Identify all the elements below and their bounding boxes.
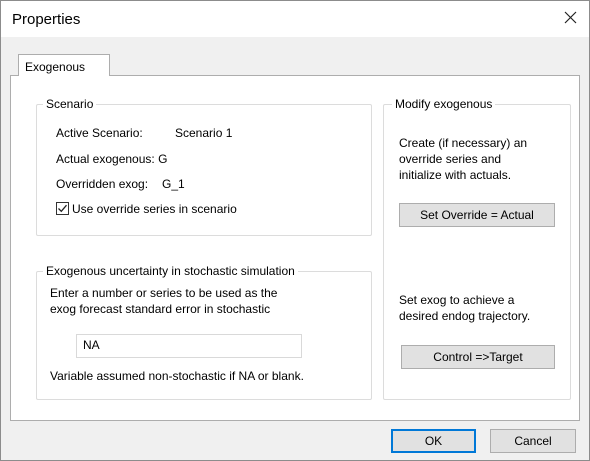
overridden-exog-label: Overridden exog: xyxy=(56,177,149,191)
use-override-checkbox[interactable] xyxy=(56,202,69,215)
modify-desc1-line2: override series and xyxy=(399,152,502,166)
scenario-group-title: Scenario xyxy=(43,97,97,111)
properties-dialog: Properties Exogenous Scenario Active Sce… xyxy=(0,0,590,461)
overridden-exog-value: G_1 xyxy=(162,177,185,191)
std-error-input[interactable]: NA xyxy=(76,334,302,358)
set-override-button[interactable]: Set Override = Actual xyxy=(399,203,555,227)
ok-button[interactable]: OK xyxy=(391,429,476,453)
modify-group-title: Modify exogenous xyxy=(392,97,496,111)
active-scenario-label: Active Scenario: xyxy=(56,126,143,140)
std-error-input-value: NA xyxy=(83,338,100,352)
modify-desc2-line2: desired endog trajectory. xyxy=(399,309,531,323)
cancel-button[interactable]: Cancel xyxy=(490,429,576,453)
checkmark-icon xyxy=(58,204,67,213)
tab-exogenous-label: Exogenous xyxy=(25,60,86,74)
uncertainty-desc-line1: Enter a number or series to be used as t… xyxy=(50,286,278,300)
actual-exogenous-label: Actual exogenous: G xyxy=(56,152,168,166)
tab-exogenous[interactable]: Exogenous xyxy=(18,54,110,76)
use-override-label: Use override series in scenario xyxy=(72,202,237,216)
dialog-title: Properties xyxy=(12,11,81,28)
modify-exogenous-group: Modify exogenous Create (if necessary) a… xyxy=(383,97,571,400)
title-bar: Properties xyxy=(1,1,589,37)
close-button[interactable] xyxy=(557,5,583,31)
tab-panel: Scenario Active Scenario: Scenario 1 Act… xyxy=(10,75,580,421)
non-stochastic-note: Variable assumed non-stochastic if NA or… xyxy=(50,369,304,383)
active-scenario-value: Scenario 1 xyxy=(175,126,233,140)
close-icon xyxy=(564,11,576,24)
uncertainty-desc-line2: exog forecast standard error in stochast… xyxy=(50,302,271,316)
control-target-button[interactable]: Control =>Target xyxy=(401,345,555,369)
scenario-group: Scenario Active Scenario: Scenario 1 Act… xyxy=(36,97,372,236)
modify-desc1-line1: Create (if necessary) an xyxy=(399,136,528,150)
modify-desc1-line3: initialize with actuals. xyxy=(399,168,512,182)
uncertainty-group: Exogenous uncertainty in stochastic simu… xyxy=(36,264,372,400)
modify-desc2-line1: Set exog to achieve a xyxy=(399,293,515,307)
uncertainty-group-title: Exogenous uncertainty in stochastic simu… xyxy=(43,264,298,278)
